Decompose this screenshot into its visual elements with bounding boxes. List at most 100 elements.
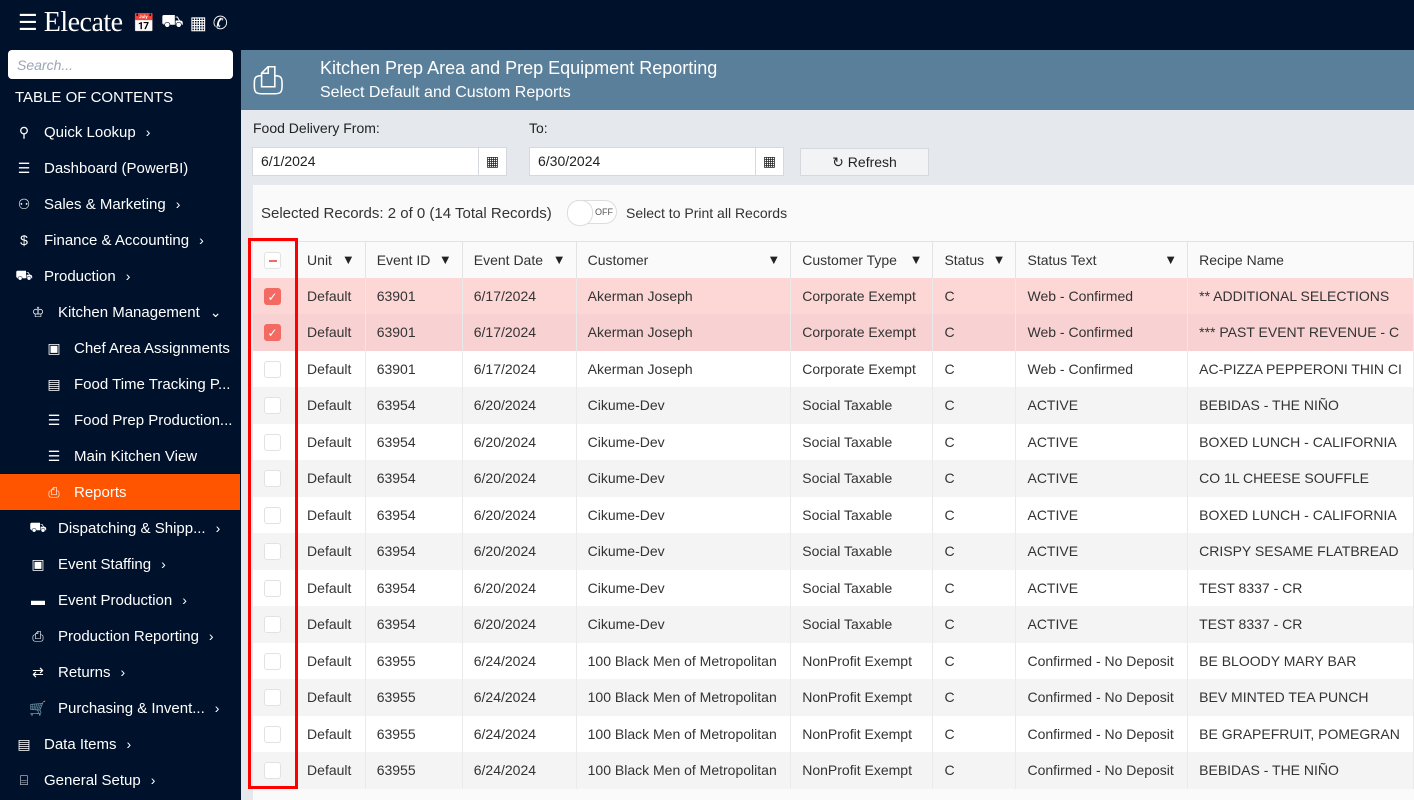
sidebar-item-label: Chef Area Assignments	[74, 339, 230, 357]
sidebar-item-production-reporting[interactable]: ⎙ Production Reporting ›	[0, 618, 240, 654]
sidebar-item-data-items[interactable]: ▤ Data Items ›	[0, 726, 240, 762]
truck-icon[interactable]: ⛟	[161, 11, 184, 35]
table-row[interactable]: ✓ Default 63901 6/17/2024 Akerman Joseph Corp…	[253, 314, 1414, 351]
chevron-right-icon[interactable]: ›	[182, 592, 187, 608]
search-input[interactable]	[8, 50, 233, 79]
table-row[interactable]: Default 63955 6/24/2024 100 Black Men of Me…	[253, 642, 1414, 679]
sidebar-item-general-setup[interactable]: ⌸ General Setup ›	[0, 762, 240, 798]
filter-icon[interactable]: ▼	[910, 252, 923, 267]
chevron-right-icon[interactable]: ›	[146, 124, 151, 140]
sidebar-item-food-prep-production[interactable]: ☰ Food Prep Production...	[0, 402, 240, 438]
list-icon: ☰	[47, 447, 61, 464]
sidebar-item-label: General Setup	[44, 771, 141, 789]
sidebar-item-kitchen-management[interactable]: ♔ Kitchen Management ⌄	[0, 294, 240, 330]
calendar-icon[interactable]: ▦	[478, 148, 506, 175]
sidebar-item-dispatching-shipp[interactable]: ⛟ Dispatching & Shipp... ›	[0, 510, 240, 546]
table-row[interactable]: Default 63954 6/20/2024 Cikume-Dev Social Ta…	[253, 496, 1414, 533]
table-row[interactable]: Default 63954 6/20/2024 Cikume-Dev Social Ta…	[253, 606, 1414, 643]
column-label: Status Text	[1027, 251, 1097, 268]
sidebar-item-main-kitchen-view[interactable]: ☰ Main Kitchen View	[0, 438, 240, 474]
table-cell: ACTIVE	[1015, 569, 1189, 606]
filter-icon[interactable]: ▼	[342, 252, 355, 267]
column-header-recipe-name[interactable]: Recipe Name	[1187, 241, 1414, 278]
chevron-right-icon[interactable]: ›	[199, 232, 204, 248]
table-cell: C	[932, 277, 1017, 314]
table-cell: Cikume-Dev	[576, 460, 792, 497]
filter-icon[interactable]: ▼	[1164, 252, 1177, 267]
sidebar-item-event-staffing[interactable]: ▣ Event Staffing ›	[0, 546, 240, 582]
refresh-button[interactable]: ↻ Refresh	[800, 148, 929, 176]
chevron-right-icon[interactable]: ›	[176, 196, 181, 212]
table-cell: Default	[295, 679, 366, 716]
calendar-icon[interactable]: 📅	[133, 13, 155, 34]
table-cell: 100 Black Men of Metropolitan	[576, 715, 792, 752]
sidebar-item-quick-lookup[interactable]: ⚲ Quick Lookup ›	[0, 114, 240, 150]
table-row[interactable]: Default 63954 6/20/2024 Cikume-Dev Social Ta…	[253, 533, 1414, 570]
column-header-customer[interactable]: Customer ▼	[576, 241, 792, 278]
filter-icon[interactable]: ▼	[993, 252, 1006, 267]
table-row[interactable]: ✓ Default 63901 6/17/2024 Akerman Joseph Corp…	[253, 277, 1414, 314]
chevron-right-icon[interactable]: ›	[121, 664, 126, 680]
chevron-right-icon[interactable]: ›	[126, 268, 131, 284]
page-title: Kitchen Prep Area and Prep Equipment Rep…	[320, 58, 718, 78]
sidebar-item-production[interactable]: ⛟ Production ›	[0, 258, 240, 294]
building-icon[interactable]: ▦	[190, 13, 207, 34]
print-all-toggle[interactable]: OFF	[567, 200, 617, 226]
table-row[interactable]: Default 63955 6/24/2024 100 Black Men of Me…	[253, 715, 1414, 752]
filter-icon[interactable]: ▼	[439, 252, 452, 267]
top-bar: ☰ Elecate 📅 ⛟ ▦ ✆	[0, 0, 1414, 46]
column-header-event-date[interactable]: Event Date ▼	[462, 241, 577, 278]
table-cell: Default	[295, 606, 366, 643]
sidebar-item-returns[interactable]: ⇄ Returns ›	[0, 654, 240, 690]
table-cell: Default	[295, 387, 366, 424]
highlight-box	[248, 238, 298, 789]
chevron-right-icon[interactable]: ›	[209, 628, 214, 644]
chevron-down-icon[interactable]: ⌄	[210, 304, 222, 321]
sidebar-item-sales-marketing[interactable]: ⚇ Sales & Marketing ›	[0, 186, 240, 222]
table-row[interactable]: Default 63954 6/20/2024 Cikume-Dev Social Ta…	[253, 569, 1414, 606]
table-cell: C	[932, 606, 1017, 643]
table-cell: Default	[295, 460, 366, 497]
table-row[interactable]: Default 63955 6/24/2024 100 Black Men of Me…	[253, 679, 1414, 716]
sidebar-item-dashboard-powerbi[interactable]: ☰ Dashboard (PowerBI)	[0, 150, 240, 186]
chevron-right-icon[interactable]: ›	[216, 520, 221, 536]
table-row[interactable]: Default 63954 6/20/2024 Cikume-Dev Social Ta…	[253, 460, 1414, 497]
list-icon: ☰	[17, 159, 31, 176]
filter-icon[interactable]: ▼	[553, 252, 566, 267]
column-header-status-text[interactable]: Status Text ▼	[1015, 241, 1189, 278]
filter-icon[interactable]: ▼	[767, 252, 780, 267]
column-header-status[interactable]: Status ▼	[932, 241, 1017, 278]
table-cell: C	[932, 715, 1017, 752]
sidebar-item-chef-area-assignments[interactable]: ▣ Chef Area Assignments	[0, 330, 240, 366]
column-header-unit[interactable]: Unit ▼	[295, 241, 366, 278]
column-header-event-id[interactable]: Event ID ▼	[365, 241, 463, 278]
table-row[interactable]: Default 63954 6/20/2024 Cikume-Dev Social Ta…	[253, 423, 1414, 460]
chevron-right-icon[interactable]: ›	[127, 736, 132, 752]
table-cell: Social Taxable	[790, 460, 934, 497]
table-cell: 6/20/2024	[462, 569, 577, 606]
table-cell: BEV MINTED TEA PUNCH	[1187, 679, 1414, 716]
column-header-customer-type[interactable]: Customer Type ▼	[790, 241, 934, 278]
sidebar-item-reports[interactable]: ⎙ Reports	[0, 474, 240, 510]
table-cell: 63954	[365, 460, 463, 497]
to-date-input[interactable]: 6/30/2024 ▦	[529, 147, 784, 176]
exchange-icon: ⇄	[32, 663, 44, 680]
sidebar-item-food-time-tracking-p[interactable]: ▤ Food Time Tracking P...	[0, 366, 240, 402]
table-cell: 63954	[365, 496, 463, 533]
calendar-icon[interactable]: ▦	[755, 148, 783, 175]
sidebar-item-purchasing-invent[interactable]: 🛒 Purchasing & Invent... ›	[0, 690, 240, 726]
search-icon: ⚲	[18, 123, 30, 140]
table-row[interactable]: Default 63955 6/24/2024 100 Black Men of Me…	[253, 752, 1414, 789]
phone-icon[interactable]: ✆	[213, 13, 228, 34]
table-row[interactable]: Default 63954 6/20/2024 Cikume-Dev Social Ta…	[253, 387, 1414, 424]
sidebar-item-label: Production Reporting	[58, 627, 199, 645]
sidebar-item-event-production[interactable]: ▬ Event Production ›	[0, 582, 240, 618]
menu-icon[interactable]: ☰	[18, 10, 38, 36]
chevron-right-icon[interactable]: ›	[151, 772, 156, 788]
sidebar-item-label: Food Time Tracking P...	[74, 375, 231, 393]
table-row[interactable]: Default 63901 6/17/2024 Akerman Joseph Corpo…	[253, 350, 1414, 387]
chevron-right-icon[interactable]: ›	[215, 700, 220, 716]
sidebar-item-finance-accounting[interactable]: $ Finance & Accounting ›	[0, 222, 240, 258]
chevron-right-icon[interactable]: ›	[161, 556, 166, 572]
from-date-input[interactable]: 6/1/2024 ▦	[252, 147, 507, 176]
